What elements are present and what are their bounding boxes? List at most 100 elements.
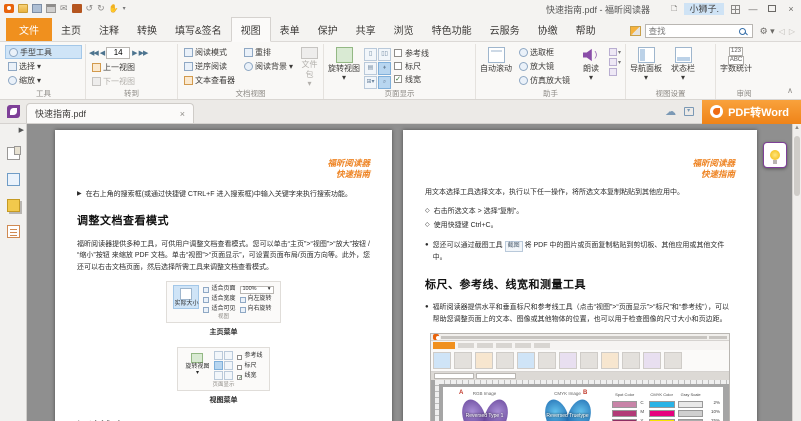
page-number-input[interactable] [106,47,130,59]
print-icon[interactable] [46,4,56,13]
zoom-tool-button[interactable]: 缩放 ▾ [5,73,82,87]
close-tab-icon[interactable]: × [180,109,185,119]
status-bar-button[interactable]: 状态栏▾ [666,45,700,88]
group-label-page-display: 页面显示 [324,88,475,99]
loupe-button[interactable]: 仿真放大镜 [516,73,573,87]
vertical-scrollbar[interactable]: ▲ [792,124,801,421]
qat-dropdown-icon[interactable]: ▾ [123,5,126,12]
continuous-facing-icon[interactable]: ♦ [378,62,391,75]
save-to-cloud-icon[interactable] [684,107,694,116]
reflow-button[interactable]: 重排 [241,45,296,59]
tab-form[interactable]: 表单 [271,18,309,41]
rotate-left-icon [240,297,246,303]
word-count-button[interactable]: 123 ABC 字数统计 [719,45,753,88]
tab-cloud[interactable]: 云服务 [481,18,529,41]
tab-share[interactable]: 共享 [347,18,385,41]
pdf-to-word-button[interactable]: PDF转Word [702,100,801,124]
facing-page-icon[interactable]: ▯▯ [378,48,391,61]
reverse-read-button[interactable]: 逆序阅读 [181,59,238,73]
rotate-view-button[interactable]: 旋转视图▾ [327,45,361,88]
scroll-up-icon[interactable]: ▲ [793,125,801,131]
next-page-icon[interactable]: ▶ [132,49,136,57]
text-viewer-button[interactable]: 文本查看器 [181,73,238,87]
app-icon[interactable] [0,100,26,123]
email-icon[interactable]: ✉ [60,4,68,13]
redo-icon[interactable]: ↻ [97,4,105,13]
tab-convert[interactable]: 转换 [128,18,166,41]
group-view-settings: 导航面板▾ 状态栏▾ 视图设置 [626,44,716,99]
foxit-logo-icon[interactable] [4,4,14,13]
tab-protect[interactable]: 保护 [309,18,347,41]
line-weights-checkbox[interactable]: 线宽 [394,73,429,85]
read-background-button[interactable]: 阅读背景 ▾ [241,59,296,73]
cloud-icon[interactable]: ☁ [665,105,676,118]
guides-checkbox[interactable]: 参考线 [394,47,429,59]
page-header: 福昕阅读器 快速指南 [77,158,370,181]
expand-panel-icon[interactable]: ▶ [19,126,24,134]
read-aloud-options: ▾ ▾ [609,45,621,88]
marquee-button[interactable]: 选取框 [516,45,573,59]
next-view-button[interactable]: 下一视图 [89,74,174,88]
close-button[interactable]: × [785,4,797,14]
pages-panel-icon[interactable] [7,173,20,186]
magnifier-button[interactable]: 放大镜 [516,59,573,73]
bookmarks-panel-icon[interactable] [7,147,20,160]
tab-comment[interactable]: 注释 [90,18,128,41]
assistant-tip-button[interactable] [763,142,787,168]
next-view-icon [92,77,101,86]
find-next-icon[interactable]: ▷ [789,27,795,36]
rotate-view-icon [191,353,203,363]
open-file-icon[interactable] [18,4,28,13]
select-tool-button[interactable]: 选择 ▾ [5,59,82,73]
portfolio-button[interactable]: 文件包▾ [299,45,320,88]
scrollbar-thumb[interactable] [794,136,800,196]
comments-panel-icon[interactable] [7,199,20,212]
minimize-button[interactable]: — [747,4,759,14]
fit-visible-icon [203,307,209,313]
read-pause-icon[interactable]: ▾ [609,58,621,66]
find-prev-icon[interactable]: ◁ [779,27,785,36]
nav-panel-button[interactable]: 导航面板▾ [629,45,663,88]
paragraph: 用文本选择工具选择文本，执行以下任一操作，将所选文本复制粘贴到其他应用中。 [425,187,735,199]
tab-extra[interactable]: 协缴 [529,18,567,41]
layout-grid-icon[interactable] [731,5,740,14]
collapse-ribbon-icon[interactable]: ∧ [787,86,793,95]
autoscroll-button[interactable]: 自动滚动 [479,45,513,88]
layers-panel-icon[interactable] [7,225,20,238]
first-page-icon[interactable]: ◀◀ [89,49,98,57]
account-name[interactable]: 小狮子. [684,3,724,15]
previous-view-button[interactable]: 上一视图 [89,60,174,74]
last-page-icon[interactable]: ▶▶ [139,49,148,57]
search-icon[interactable] [739,28,746,35]
nav-panel-icon [638,47,655,63]
snapshot-icon[interactable] [72,4,82,13]
ruler-checkbox[interactable]: 标尺 [394,60,429,72]
bullet-item: ● 福昕阅读器提供水平和垂直标尺和参考线工具（点击“视图”>“页面显示”>“标尺… [425,302,735,325]
read-play-icon[interactable]: ▾ [609,48,621,56]
undo-icon[interactable]: ↺ [86,4,94,13]
single-page-icon[interactable]: ▯ [364,48,377,61]
read-mode-button[interactable]: 阅读模式 [181,45,238,59]
group-review: 123 ABC 字数统计 审阅 [716,44,772,99]
magnifier-icon [519,62,528,71]
read-aloud-button[interactable]: ) 朗读▾ [576,45,606,88]
hand-tool-icon[interactable]: ✋ [109,4,119,13]
tab-home[interactable]: 主页 [52,18,90,41]
tab-fill-sign[interactable]: 填写&签名 [166,18,231,41]
hand-tool-icon [9,48,18,57]
tab-file[interactable]: 文件 [6,18,52,41]
gear-icon[interactable]: ⚙ ▾ [760,26,775,37]
tab-view[interactable]: 视图 [231,17,271,42]
document-tab[interactable]: 快速指南.pdf × [26,103,194,123]
tab-browse[interactable]: 浏览 [385,18,423,41]
maximize-button[interactable] [766,4,778,14]
hand-tool-button[interactable]: 手型工具 [5,45,82,59]
search-input[interactable] [645,24,753,38]
read-stop-icon[interactable] [609,68,621,76]
tab-help[interactable]: 帮助 [567,18,605,41]
prev-page-icon[interactable]: ◀ [100,49,104,57]
find-tool-icon[interactable] [630,26,641,36]
save-icon[interactable] [32,4,42,13]
tab-features[interactable]: 特色功能 [423,18,481,41]
continuous-page-icon[interactable]: ▤ [364,62,377,75]
